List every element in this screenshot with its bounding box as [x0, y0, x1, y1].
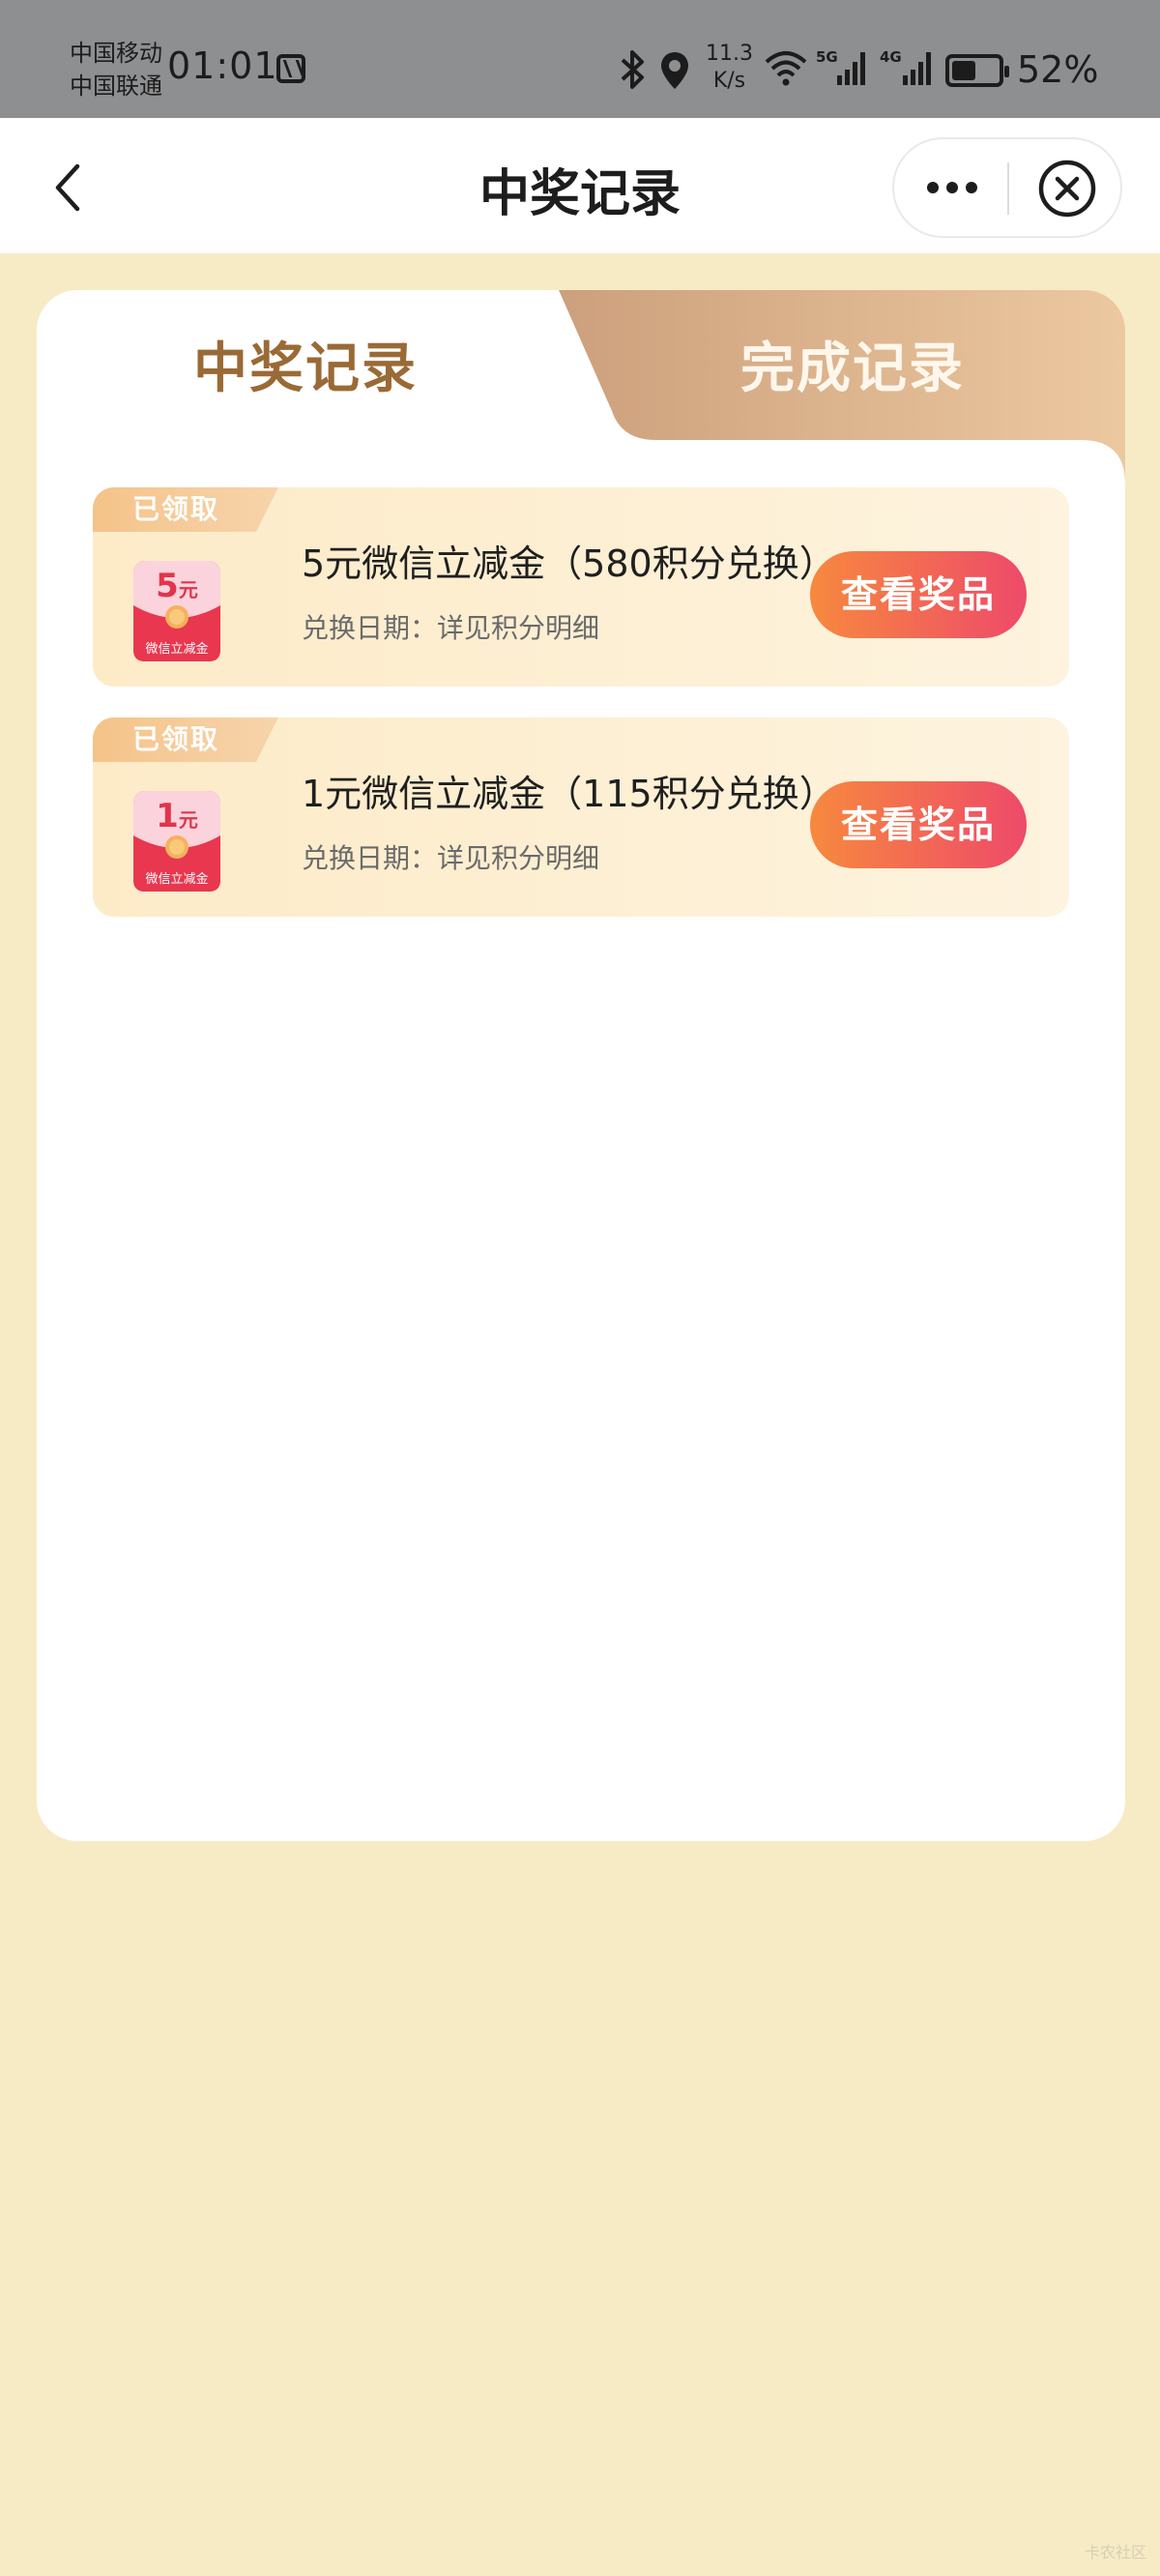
capsule-divider: [1007, 162, 1009, 215]
tab-winning-records[interactable]: 中奖记录: [193, 325, 418, 403]
red-envelope-icon: 5元 微信立减金: [128, 557, 226, 665]
bluetooth-icon: [621, 50, 644, 89]
view-prize-button[interactable]: 查看奖品: [810, 551, 1027, 638]
battery-fill: [952, 61, 975, 80]
record-title: 1元微信立减金（115积分兑换）: [302, 773, 836, 815]
close-icon[interactable]: [1037, 159, 1097, 219]
carrier-2: 中国联通: [70, 73, 162, 100]
net-speed-unit: K/s: [712, 69, 746, 93]
carrier-names: 中国移动 中国联通: [70, 37, 162, 102]
carrier-1: 中国移动: [70, 40, 162, 67]
nfc-icon: [276, 54, 305, 83]
envelope-amount-number: 1: [156, 797, 179, 835]
envelope-label: 微信立减金: [145, 872, 209, 887]
status-time: 01:01: [167, 44, 278, 87]
envelope-amount: 1元: [128, 797, 226, 835]
battery-icon: [945, 54, 1009, 87]
record-item: 已领取 1元 微信立减金 1元微信立减金（115积分兑换） 兑换日期：详见积分明…: [93, 717, 1069, 917]
signal-4g-icon: 4G: [880, 48, 931, 85]
envelope-amount-unit: 元: [178, 578, 198, 601]
location-icon: [661, 52, 688, 89]
claimed-tag: 已领取: [93, 487, 278, 532]
claimed-tag: 已领取: [93, 717, 278, 762]
envelope-amount-number: 5: [156, 567, 179, 605]
signal-5g-icon: 5G: [816, 48, 865, 85]
envelope-amount-unit: 元: [178, 808, 198, 832]
battery-percent: 52%: [1017, 48, 1099, 91]
view-prize-button[interactable]: 查看奖品: [810, 781, 1027, 868]
nav-bar: 中奖记录: [0, 118, 1160, 253]
record-date: 兑换日期：详见积分明细: [302, 842, 600, 874]
records-panel: 中奖记录 完成记录 已领取 5元 微信立减金 5元微信立减金（580积分兑换） …: [37, 290, 1125, 1841]
envelope-amount: 5元: [128, 567, 226, 605]
record-item: 已领取 5元 微信立减金 5元微信立减金（580积分兑换） 兑换日期：详见积分明…: [93, 487, 1069, 687]
signal-2-label: 4G: [880, 48, 902, 66]
watermark: 卡农社区: [1084, 2543, 1146, 2561]
mini-program-capsule: [892, 137, 1122, 238]
status-bar: 中国移动 中国联通 01:01 11.3 K/s 5G 4G 52%: [0, 0, 1160, 118]
envelope-label: 微信立减金: [145, 642, 209, 657]
net-speed-value: 11.3: [706, 42, 753, 66]
more-icon[interactable]: [921, 172, 983, 203]
wifi-icon: [765, 51, 807, 86]
red-envelope-icon: 1元 微信立减金: [128, 787, 226, 895]
network-speed: 11.3 K/s: [706, 41, 753, 95]
signal-1-label: 5G: [816, 48, 838, 66]
tab-completed-records[interactable]: 完成记录: [740, 325, 965, 403]
record-date: 兑换日期：详见积分明细: [302, 612, 600, 644]
record-title: 5元微信立减金（580积分兑换）: [302, 542, 836, 585]
status-icons: 11.3 K/s 5G 4G 52%: [619, 0, 1160, 118]
